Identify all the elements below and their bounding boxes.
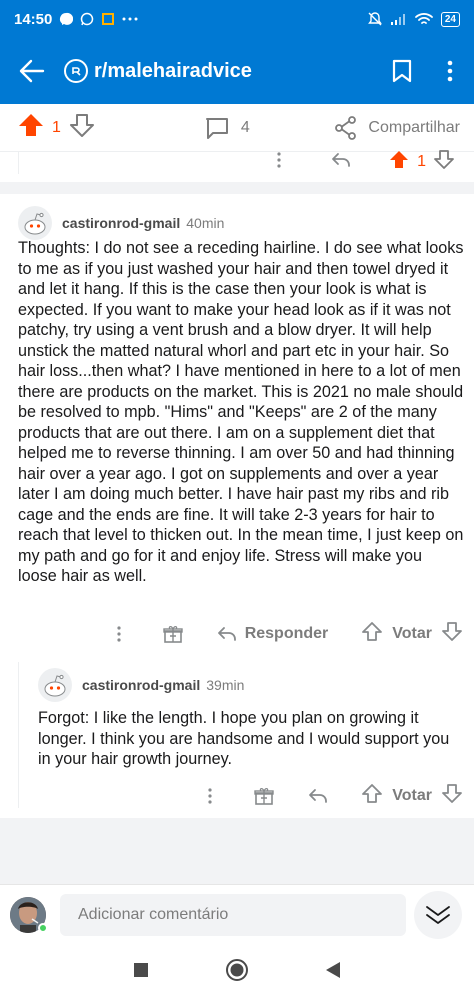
comment-body: Thoughts: I do not see a receding hairli… xyxy=(18,239,464,585)
overflow-menu-button[interactable] xyxy=(426,38,474,104)
comment-body: Forgot: I like the length. I hope you pl… xyxy=(38,709,450,768)
downvote-icon[interactable] xyxy=(442,622,462,646)
comments-button[interactable]: 4 xyxy=(205,116,250,140)
gift-icon xyxy=(254,788,274,805)
square-icon xyxy=(134,962,148,977)
triangle-back-icon xyxy=(326,961,340,978)
more-vertical-icon xyxy=(277,151,281,168)
post-score: 1 xyxy=(52,118,61,136)
share-button[interactable]: Compartilhar xyxy=(334,115,460,140)
comment-options-button[interactable] xyxy=(208,788,212,804)
reply-button[interactable]: Responder xyxy=(217,625,329,643)
chevron-double-down-icon xyxy=(426,905,450,924)
snoo-icon xyxy=(24,212,46,235)
reply-button[interactable] xyxy=(331,152,351,173)
comment-username[interactable]: castironrod-gmail xyxy=(82,677,200,693)
reply-icon xyxy=(309,789,328,803)
subreddit-icon[interactable] xyxy=(64,59,88,83)
status-bar: 14:50 24 xyxy=(0,0,474,38)
post-action-bar: 1 4 Compartilhar xyxy=(0,104,474,152)
status-time: 14:50 xyxy=(14,10,53,28)
signal-icon xyxy=(390,13,407,25)
comment-timestamp: 40min xyxy=(186,215,225,231)
reply-label: Responder xyxy=(244,625,329,642)
messenger-icon xyxy=(59,12,74,26)
gift-icon xyxy=(163,626,183,643)
collapse-thread-button[interactable] xyxy=(414,890,462,939)
wifi-icon xyxy=(414,12,433,26)
bookmark-icon xyxy=(392,59,412,83)
share-label: Compartilhar xyxy=(368,118,460,136)
downvote-icon[interactable] xyxy=(442,784,462,808)
upvote-icon[interactable] xyxy=(362,622,383,646)
upvote-icon[interactable] xyxy=(362,784,383,808)
back-nav-button[interactable] xyxy=(325,961,341,984)
snoo-icon xyxy=(44,674,66,697)
comment-composer xyxy=(0,884,474,944)
whatsapp-icon xyxy=(80,12,94,26)
award-button[interactable] xyxy=(254,786,274,806)
more-vertical-icon xyxy=(117,626,121,642)
comment-separator xyxy=(0,182,474,194)
avatar[interactable] xyxy=(38,668,72,702)
circle-icon xyxy=(226,958,248,981)
award-button[interactable] xyxy=(163,624,183,644)
comment-input[interactable] xyxy=(60,893,406,936)
upvote-icon[interactable] xyxy=(389,150,409,174)
battery-indicator: 24 xyxy=(440,11,460,27)
more-vertical-icon xyxy=(208,788,212,804)
upvote-icon[interactable] xyxy=(18,113,44,142)
system-navigation-bar xyxy=(0,944,474,1000)
recents-button[interactable] xyxy=(133,962,149,983)
app-bar: r/malehairadvice xyxy=(0,38,474,104)
downvote-icon[interactable] xyxy=(434,150,454,174)
comment-count: 4 xyxy=(240,118,250,136)
comment-icon xyxy=(205,117,228,139)
more-notifications-icon xyxy=(122,17,138,21)
comment-username[interactable]: castironrod-gmail xyxy=(62,215,180,231)
app-notification-icon xyxy=(101,12,115,26)
downvote-icon[interactable] xyxy=(69,113,95,142)
avatar[interactable] xyxy=(18,206,52,240)
reply-icon xyxy=(332,152,350,167)
save-button[interactable] xyxy=(378,38,426,104)
comment-options-button[interactable] xyxy=(117,626,121,642)
vote-label: Votar xyxy=(392,787,432,804)
comment-score: 1 xyxy=(417,153,426,170)
share-icon xyxy=(335,115,357,140)
previous-comment-actions: 1 xyxy=(0,150,474,182)
thread-line xyxy=(18,152,19,174)
subreddit-title[interactable]: r/malehairadvice xyxy=(94,60,252,83)
empty-area xyxy=(0,818,474,884)
comment-timestamp: 39min xyxy=(206,677,245,693)
online-status-badge xyxy=(38,923,48,933)
back-arrow-icon xyxy=(19,59,45,83)
back-button[interactable] xyxy=(0,38,64,104)
mute-icon xyxy=(367,11,383,27)
home-button[interactable] xyxy=(225,958,249,987)
more-vertical-icon xyxy=(447,60,453,82)
reply-icon xyxy=(217,627,236,641)
vote-label: Votar xyxy=(392,625,432,642)
reply-button[interactable] xyxy=(308,788,328,804)
comment-options-button[interactable] xyxy=(277,151,281,173)
